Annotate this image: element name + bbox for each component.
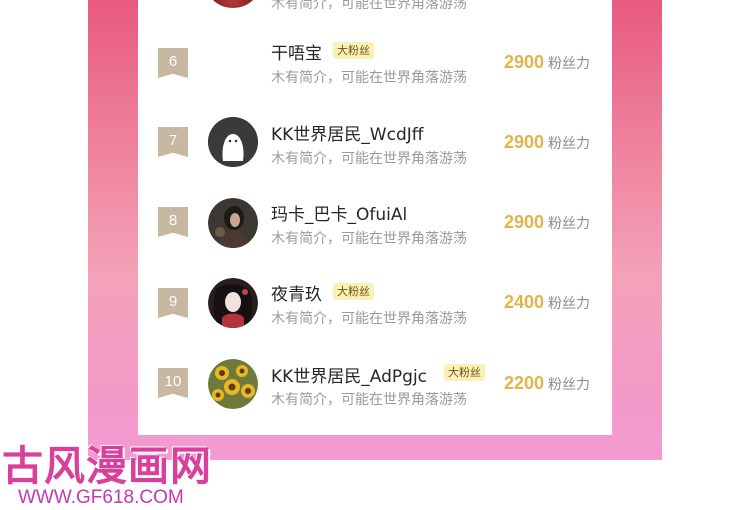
list-item[interactable]: 7 KK世界居民_WcdJff 木有简介，可能在世界角落游荡 2900 粉丝力 (138, 102, 612, 182)
user-bio: 木有简介，可能在世界角落游荡 (271, 70, 467, 86)
rank-badge: 8 (158, 207, 188, 237)
user-name[interactable]: 玛卡_巴卡_OfuiAl (271, 200, 407, 225)
fan-power-score: 2400 粉丝力 (504, 292, 590, 313)
fan-power-score: 2900 粉丝力 (504, 52, 590, 73)
fan-power-value: 2400 (503, 292, 544, 312)
list-item[interactable]: 6 干唔宝 大粉丝 木有简介，可能在世界角落游荡 2900 粉丝力 (138, 22, 612, 102)
fan-power-unit: 粉丝力 (548, 216, 590, 232)
fan-power-unit: 粉丝力 (548, 377, 590, 393)
rank-badge: 9 (158, 288, 188, 318)
list-item[interactable]: 10 KK世界居民_AdPgjc 大粉丝 木有简介，可能在世界角落游荡 2200 (138, 342, 612, 422)
fan-power-score: 2900 粉丝力 (504, 132, 590, 153)
fan-level-badge: 大粉丝 (444, 364, 485, 381)
avatar-cut-off[interactable] (208, 0, 258, 8)
default-ghost-avatar[interactable] (208, 117, 258, 167)
rank-badge: 7 (158, 127, 188, 157)
photo-woman-avatar[interactable] (208, 198, 258, 248)
fan-power-value: 2900 (503, 52, 544, 72)
fan-power-score: 2200 粉丝力 (504, 373, 590, 394)
user-name[interactable]: KK世界居民_AdPgjc (271, 362, 427, 387)
list-item[interactable]: 8 玛卡_巴卡_OfuiAl 木有简介，可能在世界角落游荡 2900 粉丝力 (138, 182, 612, 262)
sunflower-avatar[interactable] (208, 359, 258, 409)
user-bio: 木有简介，可能在世界角落游荡 (271, 392, 467, 408)
fan-power-unit: 粉丝力 (548, 296, 590, 312)
fan-power-unit: 粉丝力 (548, 56, 590, 72)
fan-ranking-list: 木有简介，可能在世界角落游荡 6 干唔宝 大粉丝 木有简介，可能在世界角落游荡 … (138, 0, 612, 435)
site-watermark-title: 古风漫画网 (2, 442, 212, 490)
fan-level-badge: 大粉丝 (333, 283, 374, 300)
row-bio-cut-off: 木有简介，可能在世界角落游荡 (271, 0, 467, 12)
user-name[interactable]: KK世界居民_WcdJff (271, 120, 423, 145)
fan-power-value: 2200 (503, 373, 544, 393)
fan-power-value: 2900 (503, 132, 544, 152)
user-bio: 木有简介，可能在世界角落游荡 (271, 231, 467, 247)
fan-power-score: 2900 粉丝力 (504, 212, 590, 233)
fan-level-badge: 大粉丝 (333, 42, 374, 59)
site-watermark-url: WWW.GF618.COM (18, 487, 184, 508)
anime-girl-avatar[interactable] (208, 278, 258, 328)
list-item[interactable]: 9 夜青玖 大粉丝 木有简介，可能在世界角落游荡 2400 粉丝力 (138, 262, 612, 342)
user-bio: 木有简介，可能在世界角落游荡 (271, 311, 467, 327)
user-bio: 木有简介，可能在世界角落游荡 (271, 151, 467, 167)
fan-power-value: 2900 (503, 212, 544, 232)
fan-power-unit: 粉丝力 (548, 136, 590, 152)
user-name[interactable]: 干唔宝 (271, 39, 322, 64)
rank-badge: 6 (158, 48, 188, 78)
rank-badge: 10 (158, 368, 188, 398)
user-name[interactable]: 夜青玖 (271, 280, 322, 305)
